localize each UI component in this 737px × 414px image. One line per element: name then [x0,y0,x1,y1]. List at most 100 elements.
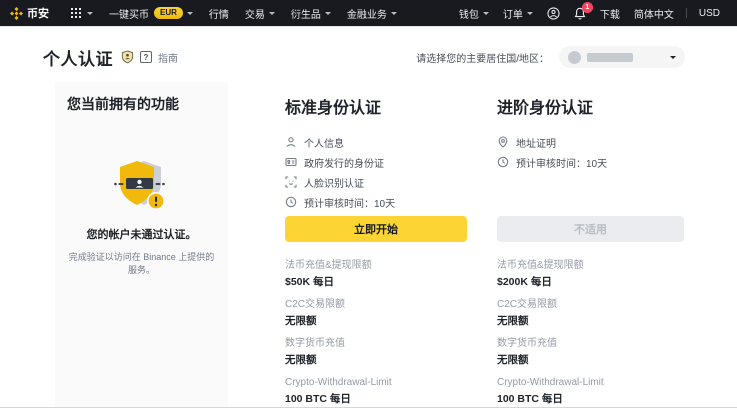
standard-verification-column: 标准身份认证 个人信息 政府发行的身份证 人脸识别认证 预计审核时间：10天 立… [285,82,467,414]
nav-item-trade[interactable]: 交易 [245,6,275,21]
feature-label: 人脸识别认证 [304,178,364,190]
stat-label: C2C交易限额 [497,299,558,310]
country-flag-placeholder [568,50,581,64]
id-card-icon [285,157,297,167]
eur-badge: EUR [154,7,183,19]
nav-item-finance[interactable]: 金融业务 [347,6,397,21]
stat-value: 无限额 [497,315,529,327]
binance-diamond-icon [10,6,23,20]
notification-bell-icon[interactable]: 1 [574,1,593,20]
user-profile-icon[interactable] [547,6,560,20]
stat-crypto-deposit: 数字货币充值 无限额 [497,338,684,367]
stat-value: 无限额 [497,354,529,366]
chevron-down-icon [390,11,397,15]
nav-item-label: USD [698,7,720,19]
stat-label: Crypto-Withdrawal-Limit [497,377,604,388]
feature-review-time: 预计审核时间：10天 [497,152,684,172]
stat-label: 法币充值&提现限额 [285,260,372,271]
chevron-down-icon [526,11,533,15]
nav-item-label: 一键买币 [109,9,149,21]
feature-label: 地址证明 [516,138,556,150]
panel-heading: 您当前拥有的功能 [67,96,179,112]
verified-shield-icon [121,50,134,64]
stat-fiat-limit: 法币充值&提现限额 $50K 每日 [285,260,467,289]
start-now-button[interactable]: 立即开始 [285,216,467,242]
nav-item-label: 行情 [208,9,229,21]
nav-item-label: 订单 [502,9,523,21]
nav-item-download[interactable]: 下载 [600,6,620,21]
page-title: 个人认证 [43,49,113,69]
chevron-down-icon [482,11,489,15]
stat-fiat-limit: 法币充值&提现限额 $200K 每日 [497,260,684,289]
stat-label: C2C交易限额 [285,299,346,310]
face-id-icon [285,176,297,188]
person-icon [286,137,296,147]
feature-government-id: 政府发行的身份证 [285,152,467,172]
column-title: 进阶身份认证 [497,100,594,117]
stat-value: 100 BTC 每日 [285,393,351,405]
stat-label: 法币充值&提现限额 [497,260,584,271]
chevron-down-icon [670,55,676,59]
nav-item-orders[interactable]: 订单 [503,6,533,21]
feature-personal-info: 个人信息 [285,132,467,152]
stat-value: 无限额 [285,315,317,327]
stat-value: $200K 每日 [497,276,552,288]
stat-label: 数字货币充值 [497,338,557,349]
shield-illustration [67,160,216,212]
nav-item-label: 金融业务 [346,9,387,21]
nav-item-label: 钱包 [458,9,479,21]
country-select[interactable] [559,46,685,68]
location-pin-icon [498,136,508,148]
nav-item-label: 交易 [244,9,265,21]
chevron-down-icon [186,11,193,15]
top-navbar: 币安 一键买币 EUR 行情 交易 衍生品 金融业务 钱包 订单 1 下载 简体… [0,0,737,26]
stat-crypto-withdrawal: Crypto-Withdrawal-Limit 100 BTC 每日 [285,377,467,406]
brand-name: 币安 [27,8,49,20]
account-status-description: 完成验证以访问在 Binance 上提供的服务。 [68,252,215,275]
clock-icon [285,196,297,208]
nav-item-currency[interactable]: USD [699,8,720,19]
current-features-panel: 您当前拥有的功能 您的帐户未通过认证。 完成验证以访问在 Binance 上提供… [55,82,228,407]
feature-label: 预计审核时间：10天 [516,158,608,170]
binance-logo[interactable]: 币安 [10,5,49,21]
main-content: 您当前拥有的功能 您的帐户未通过认证。 完成验证以访问在 Binance 上提供… [0,82,737,408]
chevron-down-icon [268,11,275,15]
account-status-text: 您的帐户未通过认证。 [86,229,197,241]
nav-item-markets[interactable]: 行情 [209,6,229,21]
question-icon[interactable]: ? [140,51,152,63]
apps-grid-icon [71,8,81,18]
feature-proof-of-address: 地址证明 [497,132,684,152]
column-title: 标准身份认证 [285,100,382,117]
nav-item-label: 衍生品 [290,9,321,21]
nav-item-wallet[interactable]: 钱包 [459,6,489,21]
feature-label: 个人信息 [304,138,344,150]
clock-icon [497,156,509,168]
stat-value: 无限额 [285,354,317,366]
feature-review-time: 预计审核时间：10天 [285,192,467,212]
page-header: 个人认证 ? 指南 请选择您的主要居住国/地区： [0,26,737,82]
guide-link[interactable]: 指南 [158,50,178,65]
stat-value: 100 BTC 每日 [497,393,563,405]
country-label: 请选择您的主要居住国/地区： [416,53,549,65]
stat-c2c-limit: C2C交易限额 无限额 [497,299,684,328]
advanced-verification-column: 进阶身份认证 地址证明 预计审核时间：10天 不适用 法币充值&提现限额 $20… [497,82,684,414]
notification-badge: 1 [581,1,593,13]
stat-crypto-deposit: 数字货币充值 无限额 [285,338,467,367]
nav-item-buy-crypto[interactable]: 一键买币 EUR [109,6,193,21]
chevron-down-icon [87,11,93,15]
nav-item-label: 简体中文 [633,9,674,21]
nav-item-derivatives[interactable]: 衍生品 [291,6,331,21]
stat-crypto-withdrawal: Crypto-Withdrawal-Limit 100 BTC 每日 [497,377,684,406]
stat-label: 数字货币充值 [285,338,345,349]
feature-label: 政府发行的身份证 [304,158,384,170]
not-applicable-button[interactable]: 不适用 [497,216,684,242]
section-divider [0,407,737,408]
apps-menu[interactable] [71,8,93,18]
nav-item-label: 下载 [599,9,620,21]
stat-value: $50K 每日 [285,276,335,288]
stat-label: Crypto-Withdrawal-Limit [285,377,392,388]
chevron-down-icon [324,11,331,15]
stat-c2c-limit: C2C交易限额 无限额 [285,299,467,328]
nav-item-language[interactable]: 简体中文 [634,6,674,21]
divider [685,8,687,18]
